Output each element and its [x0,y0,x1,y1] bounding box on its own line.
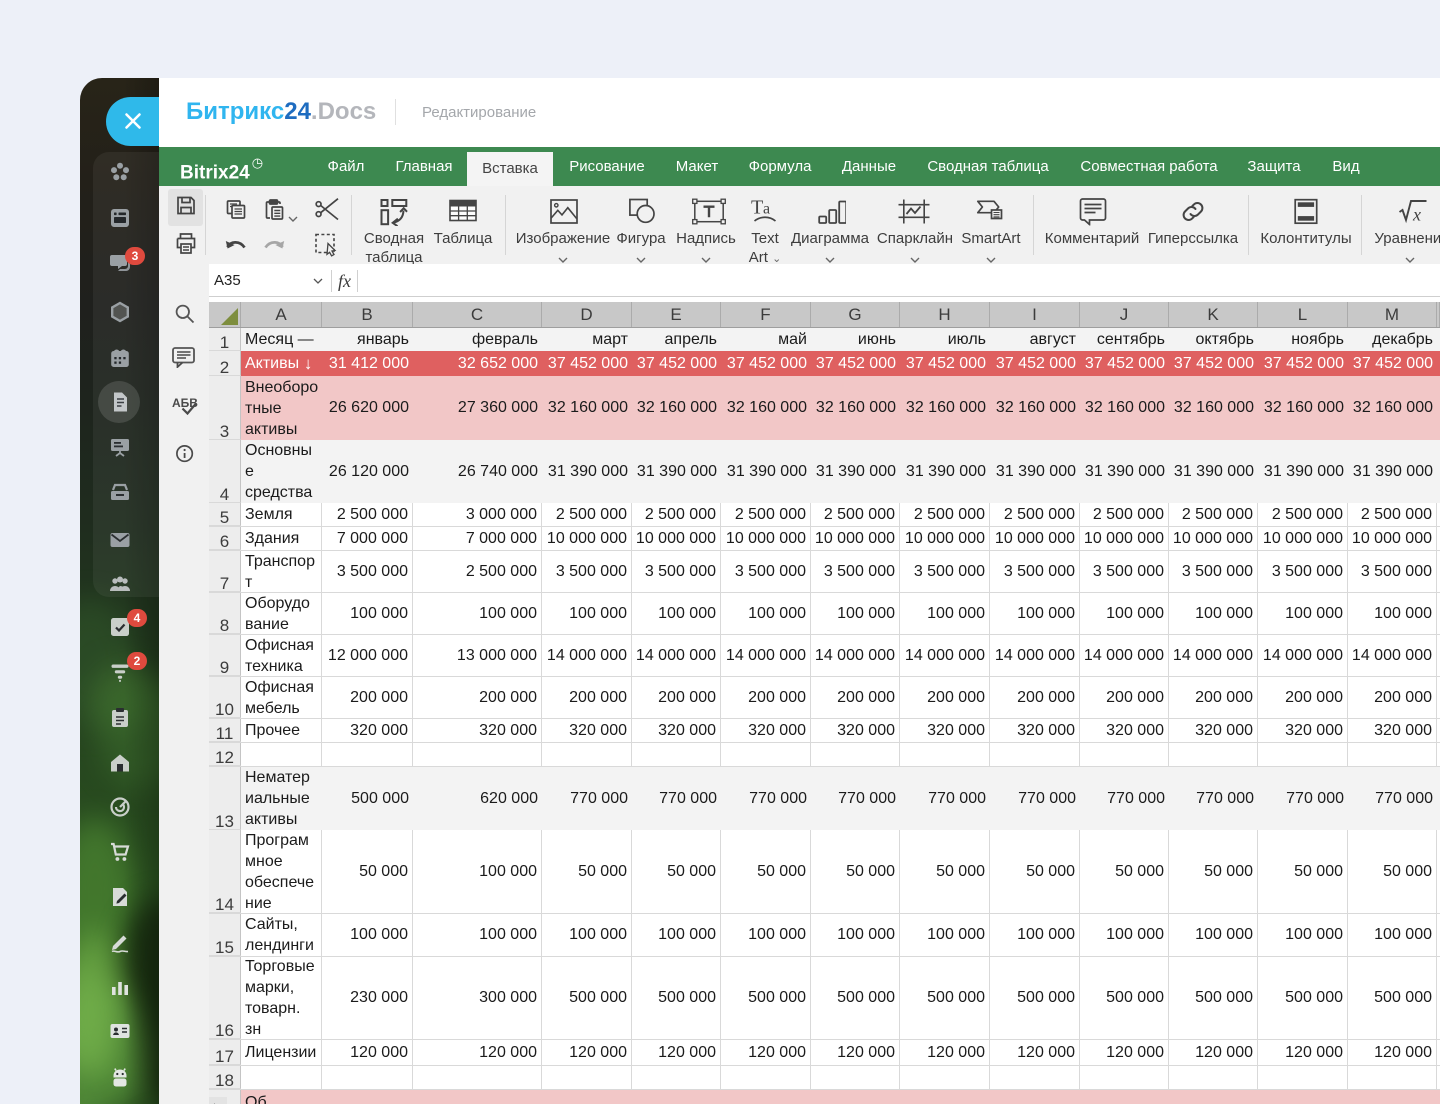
svg-text:a: a [763,201,770,218]
svg-text:x: x [1412,205,1421,224]
svg-text:T: T [751,197,763,219]
